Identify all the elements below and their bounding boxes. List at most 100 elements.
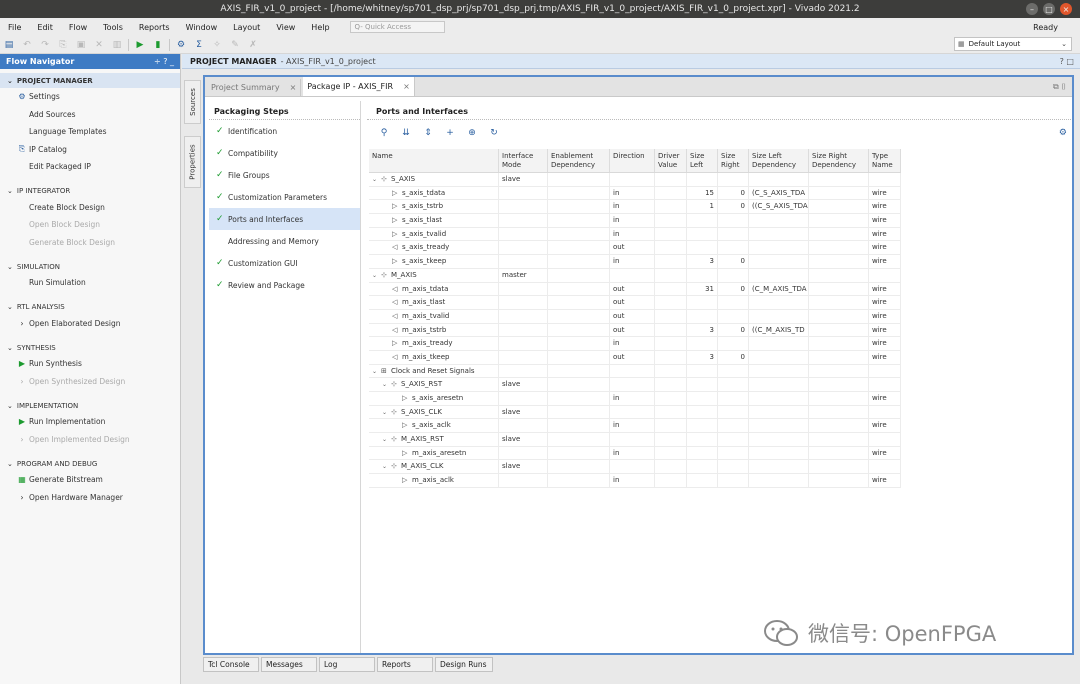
step-compatibility[interactable]: ✓ Compatibility [209, 142, 360, 164]
tab-design-runs[interactable]: Design Runs [435, 657, 493, 672]
nav-section-simulation[interactable]: ⌄ SIMULATION [0, 259, 180, 274]
close-tab-icon[interactable]: × [290, 83, 297, 92]
program-icon[interactable]: ▮ [149, 37, 167, 53]
tab-log[interactable]: Log [319, 657, 375, 672]
nav-item-open-synthesized-design[interactable]: › Open Synthesized Design [0, 373, 180, 391]
expand-toggle-icon[interactable]: ⌄ [382, 406, 391, 419]
table-row[interactable]: ⌄ ⊹ S_AXIS slave [369, 173, 901, 187]
gear-icon[interactable]: ⚙ [1059, 128, 1067, 138]
expand-toggle-icon[interactable]: ⌄ [372, 365, 381, 378]
table-row[interactable]: ◁ s_axis_tready out wire [369, 241, 901, 256]
col-size-left-dependency[interactable]: Size Left Dependency [749, 149, 809, 172]
menu-layout[interactable]: Layout [225, 23, 268, 32]
menu-tools[interactable]: Tools [95, 23, 131, 32]
menu-window[interactable]: Window [178, 23, 226, 32]
table-row[interactable]: ▷ s_axis_tdata in 15 0 (C_S_AXIS_TDA wire [369, 186, 901, 201]
tool-icon[interactable]: ✧ [208, 37, 226, 53]
step-review-and-package[interactable]: ✓ Review and Package [209, 274, 360, 296]
layout-select[interactable]: ▦ Default Layout ⌄ [954, 37, 1072, 51]
table-row[interactable]: ◁ m_axis_tlast out wire [369, 296, 901, 310]
nav-section-project-manager[interactable]: ⌄ PROJECT MANAGER [0, 73, 180, 88]
nav-section-program-and-debug[interactable]: ⌄ PROGRAM AND DEBUG [0, 456, 180, 471]
table-row[interactable]: ▷ m_axis_aresetn in wire [369, 446, 901, 461]
col-direction[interactable]: Direction [610, 149, 655, 172]
table-row[interactable]: ⌄ ⊹ S_AXIS_RST slave [369, 378, 901, 392]
table-row[interactable]: ◁ m_axis_tdata out 31 0 (C_M_AXIS_TDA wire [369, 282, 901, 297]
cross-tool-icon[interactable]: ✗ [244, 37, 262, 53]
settings-icon[interactable]: ⚙ [172, 37, 190, 53]
minimize-icon[interactable]: – [1026, 3, 1038, 15]
expand-toggle-icon[interactable]: ⌄ [382, 460, 391, 473]
nav-section-ip-integrator[interactable]: ⌄ IP INTEGRATOR [0, 184, 180, 199]
tab-messages[interactable]: Messages [261, 657, 317, 672]
paste-icon[interactable]: ▣ [72, 37, 90, 53]
search-icon[interactable]: ⚲ [373, 128, 395, 138]
table-row[interactable]: ⌄ ⊹ M_AXIS_CLK slave [369, 460, 901, 475]
nav-item-language-templates[interactable]: Language Templates [0, 123, 180, 141]
table-row[interactable]: ⌄ ⊹ S_AXIS_CLK slave [369, 405, 901, 420]
tab-sources[interactable]: Sources [184, 80, 201, 124]
menu-reports[interactable]: Reports [131, 23, 178, 32]
table-row[interactable]: ▷ s_axis_tkeep in 3 0 wire [369, 255, 901, 269]
table-row[interactable]: ▷ m_axis_aclk in wire [369, 474, 901, 488]
step-addressing-and-memory[interactable]: Addressing and Memory [209, 230, 360, 252]
step-ports-and-interfaces[interactable]: ✓ Ports and Interfaces [209, 208, 360, 230]
nav-item-generate-block-design[interactable]: Generate Block Design [0, 234, 180, 252]
expand-toggle-icon[interactable]: ⌄ [372, 173, 381, 186]
maximize-icon[interactable]: □ [1043, 3, 1055, 15]
tab-properties[interactable]: Properties [184, 136, 201, 188]
menu-help[interactable]: Help [303, 23, 337, 32]
nav-item-settings[interactable]: ⚙ Settings [0, 88, 180, 106]
menu-edit[interactable]: Edit [29, 23, 61, 32]
table-row[interactable]: ◁ m_axis_tstrb out 3 0 ((C_M_AXIS_TD wire [369, 323, 901, 338]
menu-file[interactable]: File [0, 23, 29, 32]
nav-item-open-hardware-manager[interactable]: › Open Hardware Manager [0, 489, 180, 507]
col-type-name[interactable]: Type Name [869, 149, 901, 172]
tab-tcl-console[interactable]: Tcl Console [203, 657, 259, 672]
expand-toggle-icon[interactable]: ⌄ [382, 433, 391, 446]
nav-item-add-sources[interactable]: Add Sources [0, 106, 180, 124]
help-maximize-icons[interactable]: ? □ [1060, 57, 1074, 66]
cut-icon[interactable]: ▥ [108, 37, 126, 53]
step-identification[interactable]: ✓ Identification [209, 120, 360, 142]
nav-item-open-elaborated-design[interactable]: › Open Elaborated Design [0, 315, 180, 333]
add-icon[interactable]: + [439, 128, 461, 138]
col-name[interactable]: Name [369, 149, 499, 172]
nav-item-ip-catalog[interactable]: ⎘ IP Catalog [0, 141, 180, 159]
flow-navigator-header-icons[interactable]: ÷ ? _ [154, 57, 174, 66]
col-enablement-dependency[interactable]: Enablement Dependency [548, 149, 610, 172]
table-row[interactable]: ▷ m_axis_tready in wire [369, 337, 901, 351]
nav-item-run-simulation[interactable]: Run Simulation [0, 274, 180, 292]
collapse-all-icon[interactable]: ⇊ [395, 128, 417, 138]
redo-icon[interactable]: ↷ [36, 37, 54, 53]
step-customization-gui[interactable]: ✓ Customization GUI [209, 252, 360, 274]
tab-window-icons[interactable]: ⧉ ⌷ [1053, 82, 1066, 92]
nav-item-generate-bitstream[interactable]: ▦ Generate Bitstream [0, 471, 180, 489]
table-row[interactable]: ▷ s_axis_tvalid in wire [369, 227, 901, 242]
col-driver-value[interactable]: Driver Value [655, 149, 687, 172]
table-row[interactable]: ⌄ ⊹ M_AXIS_RST slave [369, 433, 901, 447]
copy-icon[interactable]: ⎘ [54, 37, 72, 53]
undo-icon[interactable]: ↶ [18, 37, 36, 53]
tab-package-ip[interactable]: Package IP - AXIS_FIR × [303, 77, 415, 96]
col-size-right[interactable]: Size Right [718, 149, 749, 172]
nav-item-open-block-design[interactable]: Open Block Design [0, 216, 180, 234]
open-project-icon[interactable]: ▤ [0, 37, 18, 53]
nav-section-synthesis[interactable]: ⌄ SYNTHESIS [0, 340, 180, 355]
quick-access-input[interactable]: Q- Quick Access [349, 21, 445, 33]
tab-project-summary[interactable]: Project Summary × [207, 79, 302, 96]
table-row[interactable]: ▷ s_axis_aresetn in wire [369, 392, 901, 406]
refresh-icon[interactable]: ↻ [483, 128, 505, 138]
table-row[interactable]: ▷ s_axis_tlast in wire [369, 214, 901, 228]
edit-icon[interactable]: ✎ [226, 37, 244, 53]
nav-item-open-implemented-design[interactable]: › Open Implemented Design [0, 431, 180, 449]
col-interface-mode[interactable]: Interface Mode [499, 149, 548, 172]
nav-item-run-implementation[interactable]: ▶ Run Implementation [0, 413, 180, 431]
menu-view[interactable]: View [268, 23, 303, 32]
nav-section-rtl-analysis[interactable]: ⌄ RTL ANALYSIS [0, 300, 180, 315]
nav-item-create-block-design[interactable]: Create Block Design [0, 199, 180, 217]
sigma-icon[interactable]: Σ [190, 37, 208, 53]
col-size-left[interactable]: Size Left [687, 149, 718, 172]
table-row[interactable]: ⌄ ⊹ M_AXIS master [369, 268, 901, 283]
step-file-groups[interactable]: ✓ File Groups [209, 164, 360, 186]
